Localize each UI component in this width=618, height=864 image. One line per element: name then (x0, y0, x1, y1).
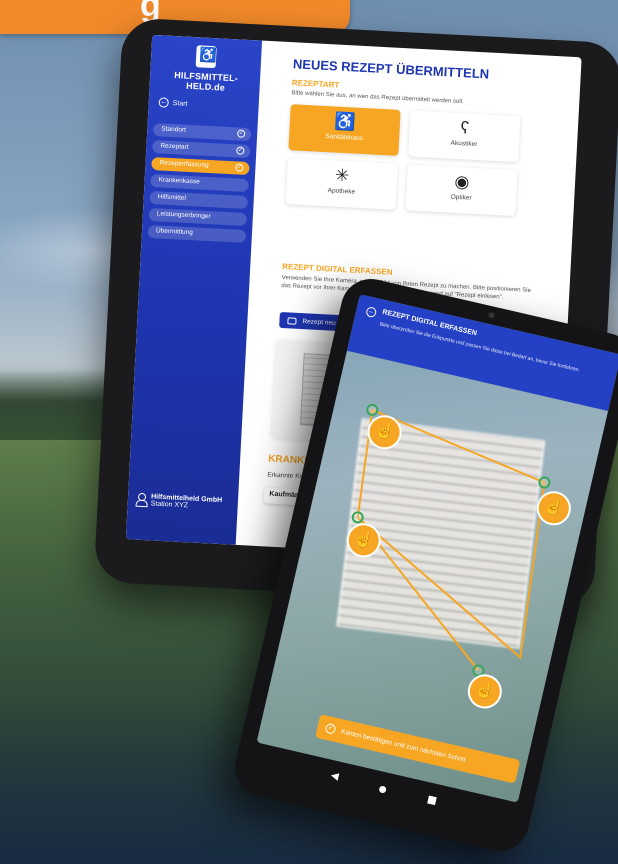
tile-sanitaetshaus[interactable]: ♿ Sanitätshaus (288, 104, 401, 156)
company-info: Hilfsmittelheld GmbH Station XYZ (136, 493, 223, 511)
rezeptart-heading: REZEPTART (291, 78, 340, 90)
sidebar-item-leistungserbringer[interactable]: Leistungserbringer (148, 207, 248, 227)
back-arrow-icon[interactable]: ← (365, 306, 378, 319)
check-icon: ✓ (235, 163, 244, 172)
sidebar-item-label: Hilfsmittel (157, 193, 187, 202)
sidebar-item-rezeptart[interactable]: Rezeptart ✓ (152, 140, 251, 159)
sidebar-item-label: Standort (161, 125, 187, 134)
sidebar-item-uebermittlung[interactable]: Übermittlung (147, 224, 247, 244)
tile-label: Apotheke (327, 187, 356, 196)
tile-label: Sanitätshaus (325, 133, 364, 143)
sidebar: HILFSMITTEL-HELD.de ← Start Standort ✓ R… (125, 34, 263, 545)
user-icon (136, 493, 147, 506)
front-camera (488, 311, 496, 319)
sidebar-item-krankenkasse[interactable]: Krankenkasse (150, 173, 249, 193)
tile-apotheke[interactable]: ✳ Apotheke (285, 158, 398, 210)
hand-pointer-icon: ☝ (373, 421, 397, 443)
tile-label: Optiker (450, 193, 472, 202)
camera-icon (287, 316, 297, 325)
tile-label: Akustiker (450, 139, 478, 149)
sidebar-item-label: Übermittlung (155, 227, 193, 237)
sidebar-item-label: Leistungserbringer (156, 210, 211, 221)
check-icon: ✓ (236, 146, 245, 155)
ear-icon: ʕ (460, 118, 470, 138)
sidebar-item-label: Rezeptart (160, 142, 189, 151)
brand-logo-icon (195, 45, 217, 69)
check-circle-icon: ✓ (324, 722, 337, 735)
check-icon: ✓ (236, 129, 246, 138)
sidebar-item-label: Rezepterfassung (159, 159, 209, 169)
tile-optiker[interactable]: ◉ Optiker (405, 164, 518, 217)
sidebar-item-standort[interactable]: Standort ✓ (152, 123, 252, 142)
recents-nav-icon[interactable] (427, 795, 437, 806)
start-link[interactable]: ← Start (158, 97, 188, 108)
page-title: NEUES REZEPT ÜBERMITTELN (292, 56, 490, 82)
sidebar-item-rezepterfassung[interactable]: Rezepterfassung ✓ (151, 156, 250, 176)
back-arrow-icon: ← (158, 97, 169, 108)
brand-name: HILFSMITTEL-HELD.de (173, 70, 239, 93)
sidebar-item-label: Krankenkasse (158, 176, 200, 186)
hand-pointer-icon: ☝ (352, 529, 376, 551)
wheelchair-icon: ♿ (333, 111, 357, 132)
tile-akustiker[interactable]: ʕ Akustiker (408, 110, 521, 163)
eye-icon: ◉ (454, 171, 470, 192)
pharmacy-icon: ✳ (334, 165, 350, 186)
sidebar-nav: Standort ✓ Rezeptart ✓ Rezepterfassung ✓… (147, 123, 252, 247)
hand-pointer-icon: ☝ (542, 497, 566, 519)
back-nav-icon[interactable]: ◀ (330, 770, 340, 782)
home-nav-icon[interactable] (378, 785, 387, 794)
start-label: Start (172, 99, 188, 108)
sidebar-item-hilfsmittel[interactable]: Hilfsmittel (149, 190, 248, 210)
hand-pointer-icon: ☝ (473, 680, 497, 702)
